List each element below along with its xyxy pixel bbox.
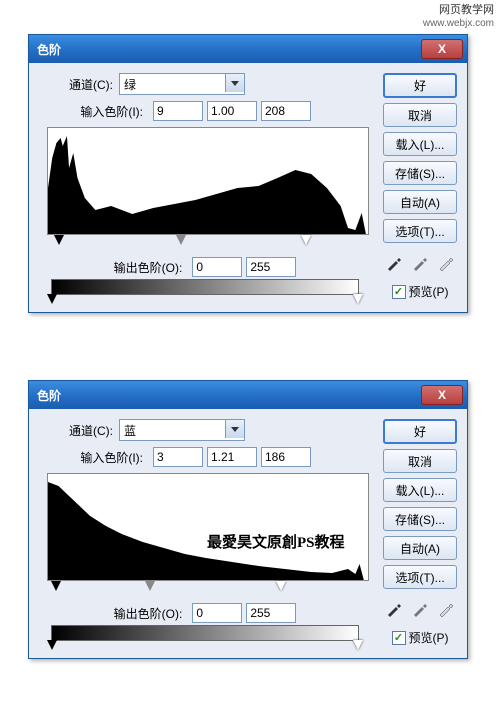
watermark-overlay: 最愛昊文原創PS教程 [207, 531, 345, 552]
preview-checkbox[interactable]: ✓ 预览(P) [392, 283, 449, 300]
cancel-button[interactable]: 取消 [383, 449, 457, 473]
load-button[interactable]: 载入(L)... [383, 132, 457, 156]
channel-label: 通道(C): [57, 76, 113, 93]
cancel-button[interactable]: 取消 [383, 103, 457, 127]
input-shadow[interactable] [153, 101, 203, 121]
output-highlight[interactable] [246, 257, 296, 277]
levels-dialog-green: 色阶 X 通道(C): 绿 输入色阶(I): 输出色阶(O): 好 [28, 34, 468, 313]
output-shadow[interactable] [192, 257, 242, 277]
chevron-down-icon[interactable] [225, 420, 244, 438]
eyedropper-gray-icon[interactable] [411, 600, 429, 618]
preview-checkbox[interactable]: ✓ 预览(P) [392, 629, 449, 646]
titlebar[interactable]: 色阶 X [29, 381, 467, 409]
input-slider[interactable] [51, 581, 363, 595]
watermark: 网页教学网 www.webjx.com [423, 4, 494, 30]
channel-select[interactable]: 蓝 [119, 419, 245, 441]
title-text: 色阶 [37, 387, 61, 404]
output-gradient[interactable] [51, 279, 359, 295]
midtone-slider[interactable] [145, 581, 155, 591]
eyedropper-white-icon[interactable] [437, 600, 455, 618]
eyedropper-group [385, 600, 455, 618]
ok-button[interactable]: 好 [383, 419, 457, 444]
titlebar[interactable]: 色阶 X [29, 35, 467, 63]
histogram [47, 127, 369, 235]
out-shadow-slider[interactable] [47, 640, 57, 650]
checkbox-icon[interactable]: ✓ [392, 631, 406, 645]
midtone-slider[interactable] [176, 235, 186, 245]
out-highlight-slider[interactable] [353, 294, 363, 304]
output-highlight[interactable] [246, 603, 296, 623]
highlight-slider[interactable] [276, 581, 286, 591]
save-button[interactable]: 存储(S)... [383, 507, 457, 531]
channel-label: 通道(C): [57, 422, 113, 439]
close-button[interactable]: X [421, 385, 463, 405]
load-button[interactable]: 载入(L)... [383, 478, 457, 502]
highlight-slider[interactable] [301, 235, 311, 245]
ok-button[interactable]: 好 [383, 73, 457, 98]
save-button[interactable]: 存储(S)... [383, 161, 457, 185]
eyedropper-white-icon[interactable] [437, 254, 455, 272]
input-highlight[interactable] [261, 101, 311, 121]
out-shadow-slider[interactable] [47, 294, 57, 304]
output-levels-label: 输出色阶(O): [114, 259, 183, 276]
channel-select[interactable]: 绿 [119, 73, 245, 95]
shadow-slider[interactable] [51, 581, 61, 591]
input-gamma[interactable] [207, 447, 257, 467]
input-levels-label: 输入色阶(I): [57, 103, 143, 120]
options-button[interactable]: 选项(T)... [383, 219, 457, 243]
input-slider[interactable] [51, 235, 363, 249]
input-shadow[interactable] [153, 447, 203, 467]
auto-button[interactable]: 自动(A) [383, 190, 457, 214]
output-gradient[interactable] [51, 625, 359, 641]
eyedropper-black-icon[interactable] [385, 254, 403, 272]
input-highlight[interactable] [261, 447, 311, 467]
options-button[interactable]: 选项(T)... [383, 565, 457, 589]
output-levels-label: 输出色阶(O): [114, 605, 183, 622]
input-gamma[interactable] [207, 101, 257, 121]
checkbox-icon[interactable]: ✓ [392, 285, 406, 299]
shadow-slider[interactable] [54, 235, 64, 245]
eyedropper-group [385, 254, 455, 272]
eyedropper-gray-icon[interactable] [411, 254, 429, 272]
input-levels-label: 输入色阶(I): [57, 449, 143, 466]
eyedropper-black-icon[interactable] [385, 600, 403, 618]
levels-dialog-blue: 色阶 X 通道(C): 蓝 输入色阶(I): 最愛昊文原創PS教程 输出色阶(O… [28, 380, 468, 659]
histogram [47, 473, 369, 581]
chevron-down-icon[interactable] [225, 74, 244, 92]
out-highlight-slider[interactable] [353, 640, 363, 650]
title-text: 色阶 [37, 41, 61, 58]
close-button[interactable]: X [421, 39, 463, 59]
auto-button[interactable]: 自动(A) [383, 536, 457, 560]
output-shadow[interactable] [192, 603, 242, 623]
